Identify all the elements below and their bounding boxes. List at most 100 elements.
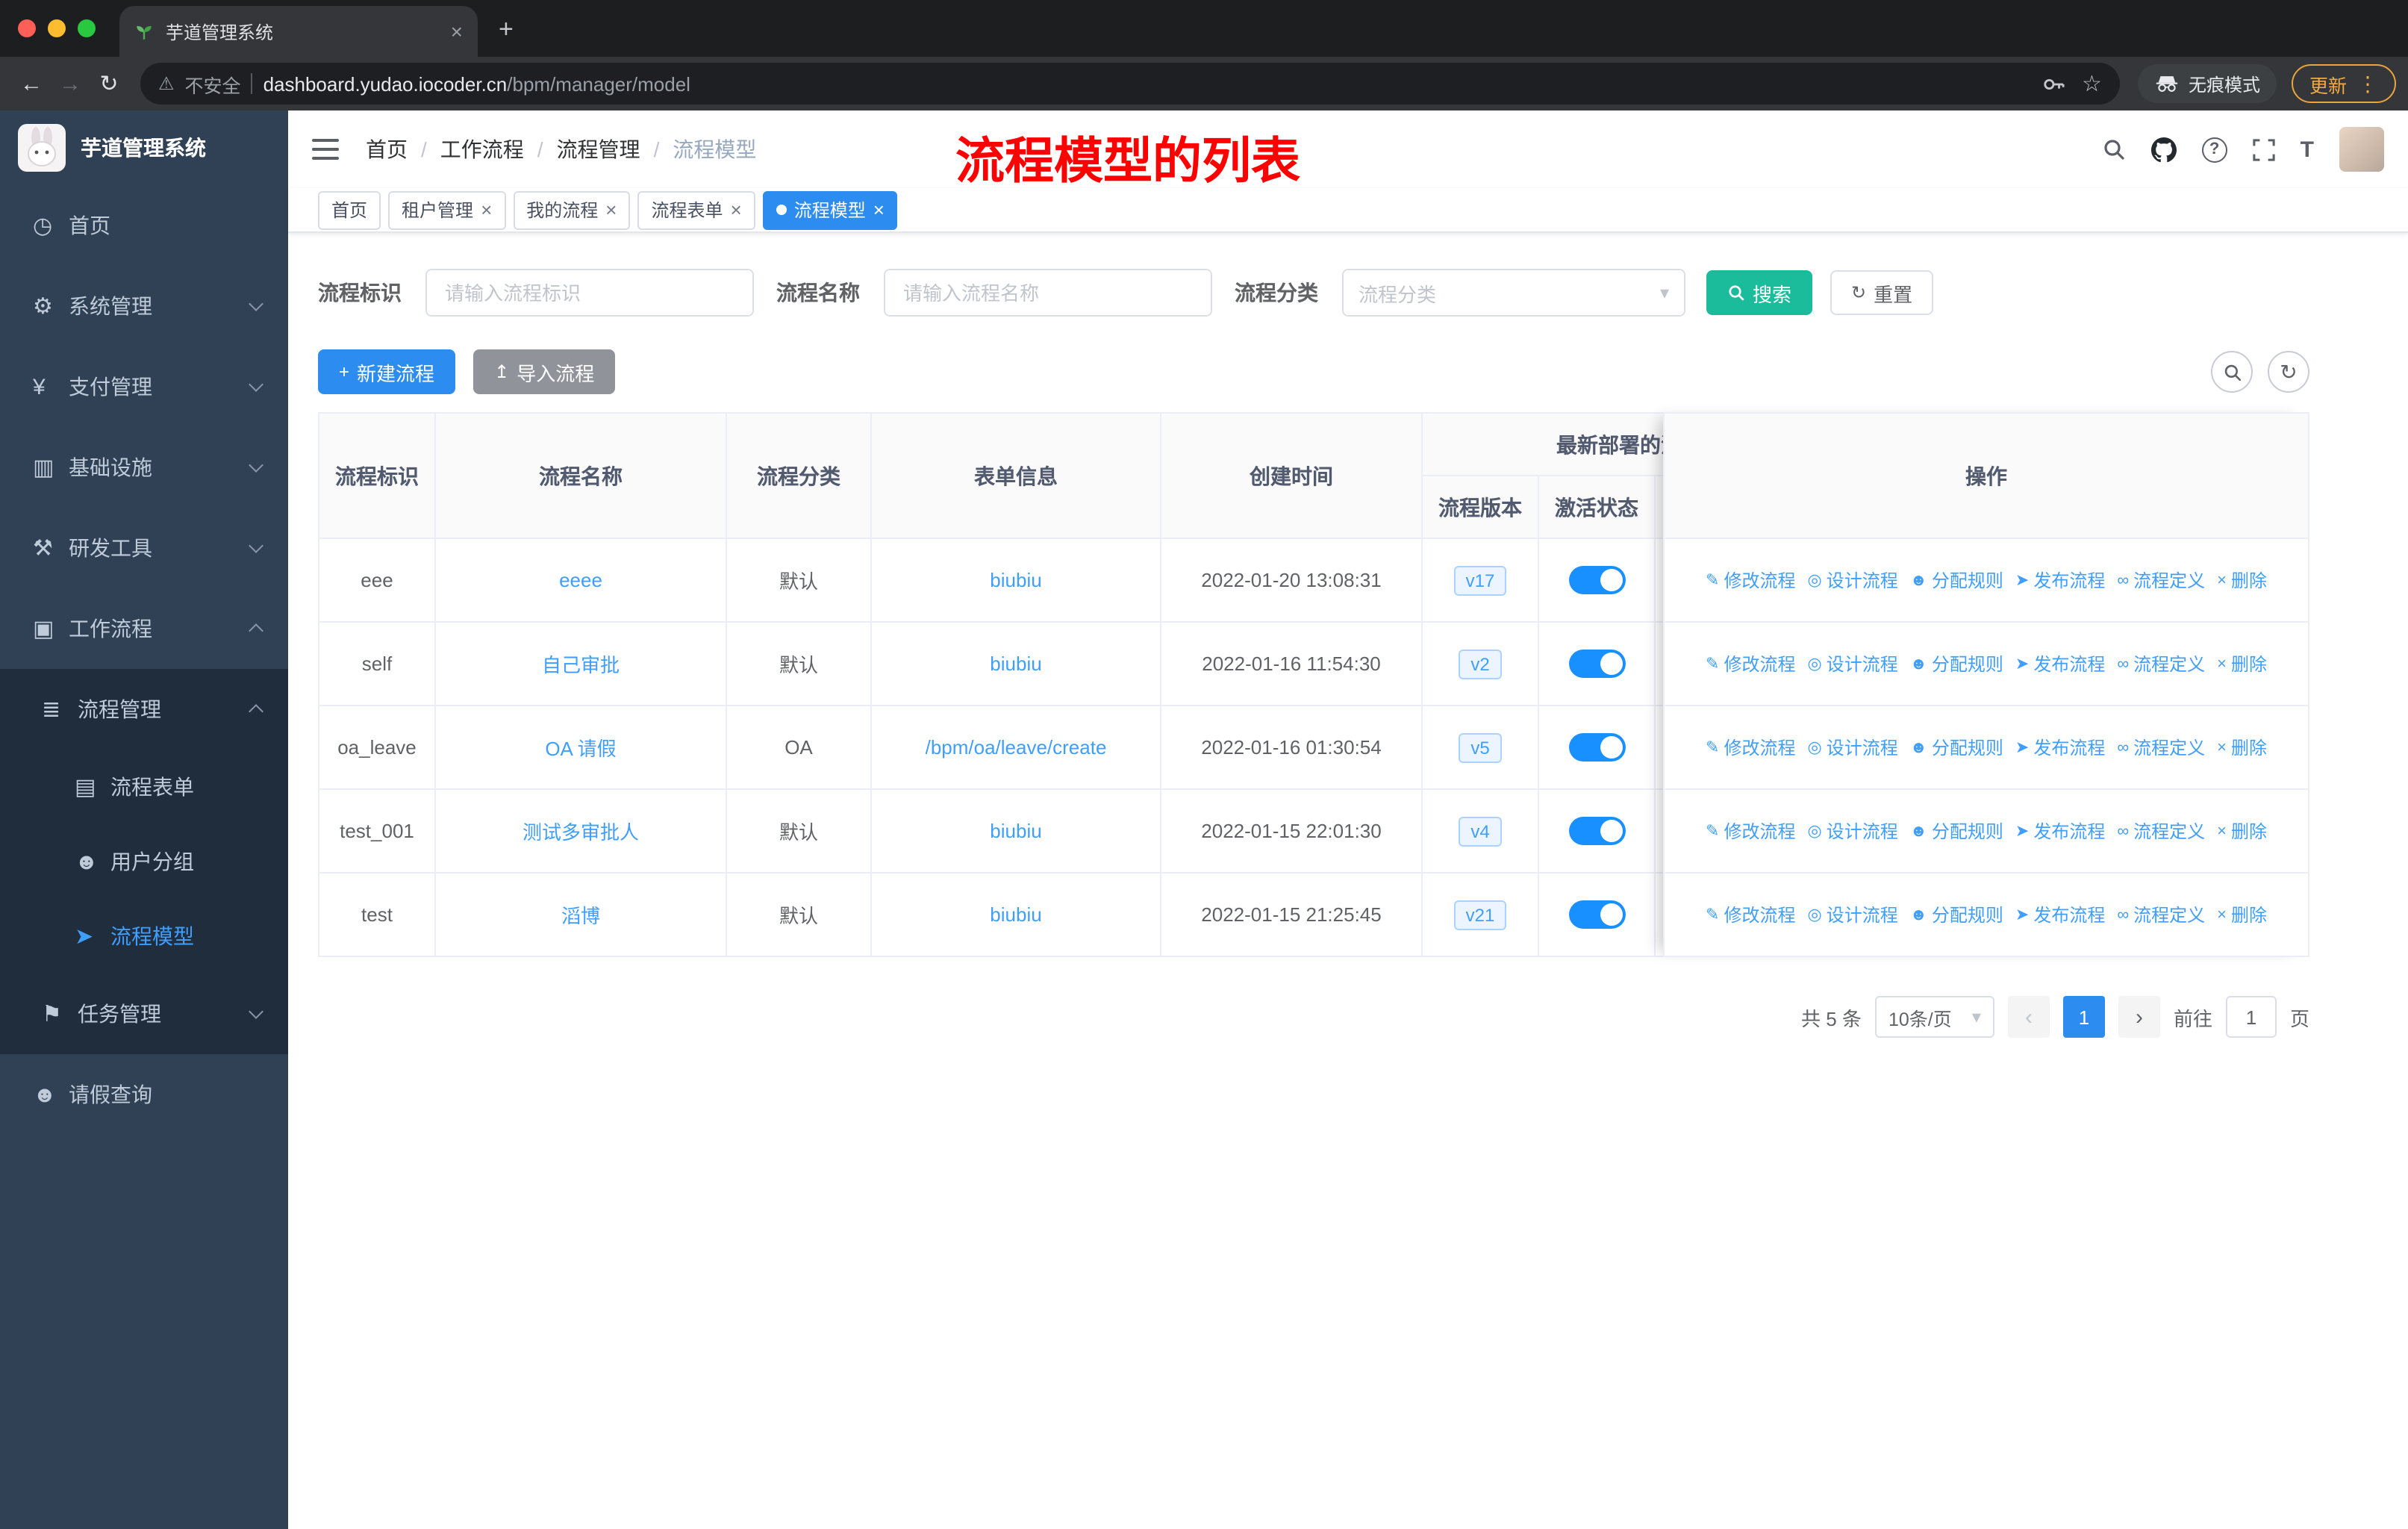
sidebar-item-process-management[interactable]: ≣ 流程管理 [0, 669, 288, 750]
action-assign-rule-link[interactable]: ☻ 分配规则 [1910, 651, 2003, 676]
action-edit-link[interactable]: ✎ 修改流程 [1706, 567, 1795, 593]
sidebar-toggle-icon[interactable] [312, 139, 339, 160]
import-process-button[interactable]: ↥ 导入流程 [473, 349, 616, 394]
address-bar[interactable]: ⚠ 不安全 dashboard.yudao.iocoder.cn/bpm/man… [140, 63, 2120, 105]
model-name-link[interactable]: 测试多审批人 [523, 821, 639, 844]
model-name-link[interactable]: eeee [559, 569, 602, 591]
action-delete-link[interactable]: × 删除 [2217, 902, 2267, 927]
action-definition-link[interactable]: ∞ 流程定义 [2117, 735, 2205, 760]
action-assign-rule-link[interactable]: ☻ 分配规则 [1910, 735, 2003, 760]
action-design-link[interactable]: ◎ 设计流程 [1807, 902, 1897, 927]
back-icon[interactable]: ← [12, 71, 51, 96]
create-process-button[interactable]: + 新建流程 [318, 349, 456, 394]
browser-update-button[interactable]: 更新 ⋮ [2291, 64, 2396, 103]
filter-key-input[interactable] [425, 269, 754, 317]
tag-my-process[interactable]: 我的流程 × [513, 190, 631, 229]
sidebar-item-system[interactable]: ⚙ 系统管理 [0, 266, 288, 346]
search-icon[interactable] [2102, 137, 2126, 161]
sidebar-item-infrastructure[interactable]: ▥ 基础设施 [0, 427, 288, 508]
action-edit-link[interactable]: ✎ 修改流程 [1706, 902, 1795, 927]
next-page-button[interactable]: › [2118, 996, 2160, 1038]
action-assign-rule-link[interactable]: ☻ 分配规则 [1910, 567, 2003, 593]
model-name-link[interactable]: 自己审批 [542, 654, 620, 676]
sidebar-item-user-group[interactable]: ☻ 用户分组 [0, 824, 288, 899]
goto-page-input[interactable] [2225, 996, 2277, 1038]
action-publish-link[interactable]: ➤ 发布流程 [2015, 735, 2105, 760]
form-info-link[interactable]: biubiu [990, 820, 1041, 842]
reset-button[interactable]: ↻ 重置 [1830, 270, 1934, 315]
form-info-link[interactable]: biubiu [990, 903, 1041, 926]
filter-category-select[interactable]: 流程分类 ▾ [1342, 269, 1685, 317]
breadcrumb-home[interactable]: 首页 [366, 134, 408, 164]
form-info-link[interactable]: /bpm/oa/leave/create [926, 736, 1107, 759]
forward-icon[interactable]: → [51, 71, 90, 96]
sidebar-item-process-model[interactable]: ➤ 流程模型 [0, 899, 288, 974]
reload-icon[interactable]: ↻ [90, 70, 128, 97]
tag-close-icon[interactable]: × [481, 199, 492, 221]
action-edit-link[interactable]: ✎ 修改流程 [1706, 651, 1795, 676]
action-definition-link[interactable]: ∞ 流程定义 [2117, 902, 2205, 927]
help-icon[interactable]: ? [2201, 137, 2227, 162]
tag-close-icon[interactable]: × [731, 199, 742, 221]
fullscreen-icon[interactable] [2253, 138, 2275, 161]
sidebar-item-leave-query[interactable]: ☻ 请假查询 [0, 1054, 288, 1135]
action-delete-link[interactable]: × 删除 [2217, 651, 2267, 676]
new-tab-button[interactable]: + [499, 15, 514, 45]
tag-home[interactable]: 首页 [318, 190, 381, 229]
active-toggle[interactable] [1568, 900, 1625, 929]
browser-menu-icon[interactable]: ⋮ [2357, 71, 2378, 96]
action-edit-link[interactable]: ✎ 修改流程 [1706, 735, 1795, 760]
tag-process-form[interactable]: 流程表单 × [637, 190, 755, 229]
form-info-link[interactable]: biubiu [990, 569, 1041, 591]
breadcrumb-process-management[interactable]: 流程管理 [557, 134, 640, 164]
sidebar-item-task-management[interactable]: ⚑ 任务管理 [0, 974, 288, 1054]
action-definition-link[interactable]: ∞ 流程定义 [2117, 567, 2205, 593]
active-toggle[interactable] [1568, 566, 1625, 594]
action-definition-link[interactable]: ∞ 流程定义 [2117, 651, 2205, 676]
tag-close-icon[interactable]: × [605, 199, 617, 221]
sidebar-item-home[interactable]: ◷ 首页 [0, 185, 288, 266]
active-toggle[interactable] [1568, 733, 1625, 762]
breadcrumb-workflow[interactable]: 工作流程 [440, 134, 524, 164]
action-delete-link[interactable]: × 删除 [2217, 818, 2267, 844]
action-publish-link[interactable]: ➤ 发布流程 [2015, 651, 2105, 676]
action-publish-link[interactable]: ➤ 发布流程 [2015, 902, 2105, 927]
user-avatar[interactable] [2339, 127, 2384, 172]
action-design-link[interactable]: ◎ 设计流程 [1807, 735, 1897, 760]
sidebar-item-payment[interactable]: ¥ 支付管理 [0, 346, 288, 427]
prev-page-button[interactable]: ‹ [2007, 996, 2050, 1038]
tab-close-icon[interactable]: × [451, 19, 463, 43]
action-edit-link[interactable]: ✎ 修改流程 [1706, 818, 1795, 844]
action-assign-rule-link[interactable]: ☻ 分配规则 [1910, 902, 2003, 927]
action-assign-rule-link[interactable]: ☻ 分配规则 [1910, 818, 2003, 844]
action-design-link[interactable]: ◎ 设计流程 [1807, 567, 1897, 593]
action-definition-link[interactable]: ∞ 流程定义 [2117, 818, 2205, 844]
github-icon[interactable] [2150, 137, 2177, 162]
action-design-link[interactable]: ◎ 设计流程 [1807, 818, 1897, 844]
sidebar-item-process-form[interactable]: ▤ 流程表单 [0, 750, 288, 824]
sidebar-item-devtools[interactable]: ⚒ 研发工具 [0, 508, 288, 588]
browser-tab[interactable]: 芋道管理系统 × [119, 6, 478, 57]
page-size-select[interactable]: 10条/页 ▾ [1874, 996, 1994, 1038]
sidebar-item-workflow[interactable]: ▣ 工作流程 [0, 588, 288, 669]
action-publish-link[interactable]: ➤ 发布流程 [2015, 818, 2105, 844]
window-close-button[interactable] [18, 19, 36, 37]
font-size-icon[interactable]: T [2301, 137, 2314, 162]
tag-tenant[interactable]: 租户管理 × [388, 190, 506, 229]
window-zoom-button[interactable] [78, 19, 96, 37]
password-key-icon[interactable] [2042, 72, 2064, 95]
toggle-search-button[interactable] [2211, 351, 2253, 393]
active-toggle[interactable] [1568, 650, 1625, 678]
active-toggle[interactable] [1568, 817, 1625, 845]
model-name-link[interactable]: OA 请假 [545, 738, 616, 760]
bookmark-star-icon[interactable]: ☆ [2082, 70, 2102, 97]
current-page-button[interactable]: 1 [2062, 996, 2105, 1038]
refresh-table-button[interactable]: ↻ [2268, 351, 2309, 393]
tag-close-icon[interactable]: × [873, 199, 885, 221]
tag-process-model[interactable]: 流程模型 × [762, 190, 898, 229]
search-button[interactable]: 搜索 [1706, 270, 1813, 315]
window-minimize-button[interactable] [48, 19, 66, 37]
action-delete-link[interactable]: × 删除 [2217, 567, 2267, 593]
action-publish-link[interactable]: ➤ 发布流程 [2015, 567, 2105, 593]
action-delete-link[interactable]: × 删除 [2217, 735, 2267, 760]
